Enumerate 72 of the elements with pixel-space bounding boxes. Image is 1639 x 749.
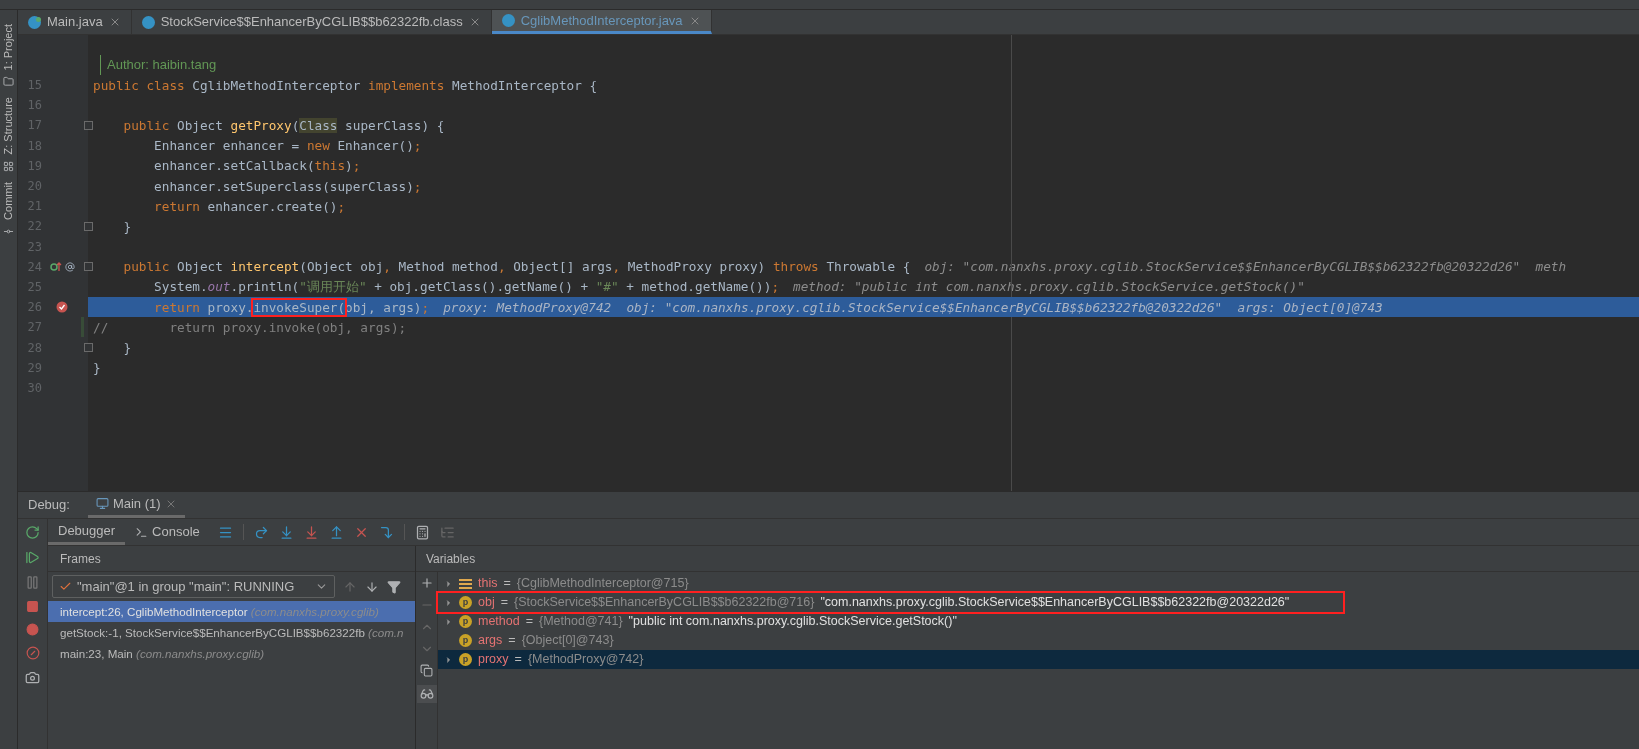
pause-icon[interactable] xyxy=(25,575,40,590)
variable-row[interactable]: p proxy = {MethodProxy@742} xyxy=(438,650,1639,669)
frame-item[interactable]: main:23, Main (com.nanxhs.proxy.cglib) xyxy=(48,643,415,664)
camera-icon[interactable] xyxy=(25,670,40,685)
folder-icon xyxy=(3,76,14,88)
debug-label: Debug: xyxy=(27,496,71,515)
code-line: // return proxy.invoke(obj, args); xyxy=(93,318,407,337)
glasses-icon[interactable] xyxy=(416,685,437,703)
runnable-class-icon xyxy=(28,15,41,29)
monitor-icon xyxy=(95,497,109,510)
expand-arrow-icon[interactable] xyxy=(444,654,453,665)
fold-icon[interactable] xyxy=(84,120,93,130)
tool-window-button[interactable]: 1: Project xyxy=(0,24,17,71)
code-line: } xyxy=(93,359,101,378)
panel-title: Variables xyxy=(426,550,476,568)
resume-icon[interactable] xyxy=(25,550,40,565)
debug-tab[interactable]: Console xyxy=(125,519,210,545)
doc-comment: Author: haibin.tang xyxy=(107,56,217,75)
editor-tab[interactable]: Main.java xyxy=(18,10,132,34)
check-icon xyxy=(59,580,72,593)
frame-item[interactable]: intercept:26, CglibMethodInterceptor (com.nanxhs.proxy.cglib) xyxy=(48,601,415,622)
trace-icon[interactable] xyxy=(439,524,455,540)
mute-breakpoints-icon[interactable] xyxy=(25,646,40,660)
code-line: } xyxy=(122,217,132,236)
terminal-icon xyxy=(135,525,149,539)
implements-arrow-icon[interactable] xyxy=(49,261,62,273)
breakpoint-icon[interactable] xyxy=(56,301,68,314)
variable-row[interactable]: this = {CglibMethodInterceptor@715} xyxy=(438,574,1639,593)
code-line: public class CglibMethodInterceptor implements MethodInterceptor { xyxy=(93,76,598,95)
variable-row[interactable]: p args = {Object[0]@743} xyxy=(438,631,1639,650)
code-line: } xyxy=(122,339,132,357)
code-line: enhancer.setCallback(this); xyxy=(153,157,361,176)
class-icon xyxy=(141,15,155,29)
calculator-icon[interactable] xyxy=(414,524,430,540)
run-to-cursor-icon[interactable] xyxy=(378,524,394,540)
expand-arrow-icon[interactable] xyxy=(444,616,453,627)
fold-icon[interactable] xyxy=(84,343,93,353)
field-icon xyxy=(459,578,472,589)
add-icon[interactable] xyxy=(419,576,434,590)
copy-icon[interactable] xyxy=(420,664,433,677)
class-icon xyxy=(501,14,515,27)
down-arrow-icon[interactable] xyxy=(365,579,379,594)
inline-debug-hint: obj: "com.nanxhs.proxy.cglib.StockService$$EnhancerByCGLIB$$b62322fb@20322d26" meth xyxy=(924,258,1567,277)
inline-debug-hint: method: "public int com.nanxhs.proxy.cglib.StockService.getStock()" xyxy=(793,278,1305,297)
structure-icon xyxy=(3,160,14,172)
inline-debug-hint: proxy: MethodProxy@742 obj: "com.nanxhs.proxy.cglib.StockService$$EnhancerByCGLIB$$b62322fb@20322d26" args: Object[0]@743 xyxy=(443,298,1383,317)
variable-row[interactable]: p method = {Method@741} "public int com.nanxhs.proxy.cglib.StockService.getStock()" xyxy=(438,612,1639,631)
code-line: System.out.println("调用开始" + obj.getClass().getName() + "#" + method.getName()); xyxy=(153,278,780,297)
variable-row[interactable]: p obj = {StockService$$EnhancerByCGLIB$$b62322fb@716} "com.nanxhs.proxy.cglib.StockService$$EnhancerByCGLIB$$b62322fb@20322d26" xyxy=(438,593,1343,612)
code-line: public Object intercept(Object obj, Method method, Object[] args, MethodProxy proxy) throws Throwable { xyxy=(122,258,911,277)
fold-icon[interactable] xyxy=(84,262,93,272)
code-line: public Object getProxy(Class superClass) { xyxy=(122,116,445,135)
up-arrow-icon[interactable] xyxy=(343,579,357,594)
panel-title: Frames xyxy=(60,550,101,568)
editor-tab[interactable]: StockService$$EnhancerByCGLIB$$b62322fb.class xyxy=(131,10,492,34)
frame-item[interactable]: getStock:-1, StockService$$EnhancerByCGLIB$$b62322fb (com.n xyxy=(48,622,415,643)
step-over-icon[interactable] xyxy=(253,524,269,540)
at-sign-icon xyxy=(64,261,75,272)
breakpoints-icon[interactable] xyxy=(26,623,39,636)
code-line: return enhancer.create(); xyxy=(153,197,346,216)
filter-icon[interactable] xyxy=(387,579,401,594)
code-line: Enhancer enhancer = new Enhancer(); xyxy=(153,137,422,156)
menu-icon[interactable] xyxy=(217,524,233,540)
code-line: enhancer.setSuperclass(superClass); xyxy=(153,177,422,196)
expand-arrow-icon[interactable] xyxy=(444,578,453,589)
stop-icon[interactable] xyxy=(26,600,39,613)
fold-icon[interactable] xyxy=(84,221,93,231)
rerun-icon[interactable] xyxy=(25,525,40,540)
expand-arrow-icon[interactable] xyxy=(444,597,453,608)
tool-window-button[interactable]: Commit xyxy=(0,181,17,220)
thread-dropdown[interactable]: "main"@1 in group "main": RUNNING xyxy=(52,575,335,598)
tool-window-button[interactable]: Z: Structure xyxy=(0,97,17,155)
